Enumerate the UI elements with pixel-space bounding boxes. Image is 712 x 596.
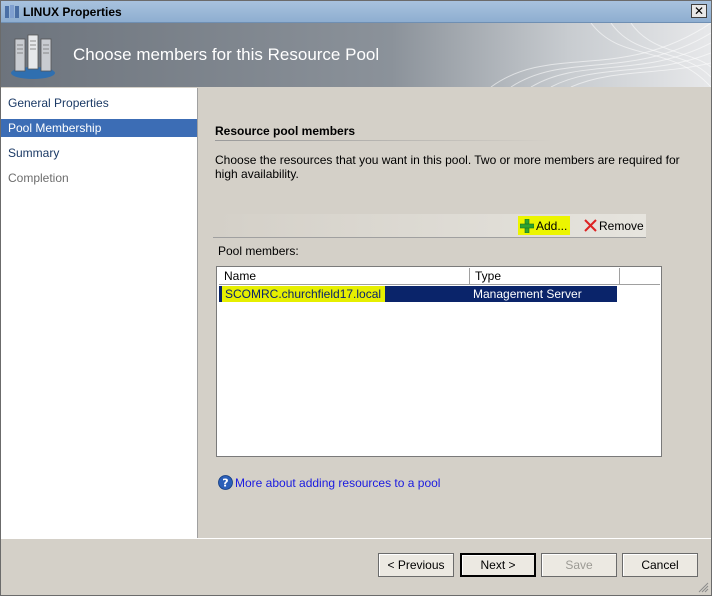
- table-row[interactable]: SCOMRC.churchfield17.local Management Se…: [219, 286, 617, 302]
- properties-dialog: LINUX Properties ✕ Choose members for th…: [0, 0, 712, 596]
- header-banner: Choose members for this Resource Pool: [1, 23, 711, 87]
- decorative-wave: [490, 23, 711, 87]
- remove-icon: [584, 219, 597, 232]
- add-icon: [520, 218, 534, 233]
- close-button[interactable]: ✕: [691, 4, 707, 18]
- nav-item-general-properties[interactable]: General Properties: [1, 94, 197, 112]
- help-link-text[interactable]: More about adding resources to a pool: [235, 476, 440, 490]
- column-header-filler: [620, 268, 660, 285]
- close-icon: ✕: [693, 4, 705, 18]
- section-title: Resource pool members: [215, 124, 356, 138]
- resize-grip-icon[interactable]: [697, 581, 709, 593]
- app-icon: [5, 5, 19, 18]
- page-heading: Choose members for this Resource Pool: [73, 45, 380, 64]
- server-pool-icon: [11, 34, 55, 79]
- remove-label: Remove: [599, 218, 644, 233]
- main-content: Resource pool members Choose the resourc…: [198, 88, 711, 538]
- member-name-cell: SCOMRC.churchfield17.local: [222, 286, 386, 302]
- pool-members-list[interactable]: Name Type SCOMRC.churchfield17.local Man…: [216, 266, 662, 457]
- member-name: SCOMRC.churchfield17.local: [225, 287, 382, 301]
- add-label: Add...: [536, 218, 568, 233]
- remove-button[interactable]: Remove: [581, 216, 647, 235]
- nav-item-pool-membership[interactable]: Pool Membership: [1, 119, 197, 137]
- cancel-button[interactable]: Cancel: [622, 553, 698, 577]
- nav-item-summary[interactable]: Summary: [1, 144, 197, 162]
- nav-item-completion: Completion: [8, 171, 69, 185]
- add-button[interactable]: Add...: [518, 216, 571, 235]
- svg-text:?: ?: [222, 477, 228, 490]
- column-header-type[interactable]: Type: [470, 268, 620, 285]
- section-divider: [215, 140, 553, 141]
- description-text: Choose the resources that you want in th…: [215, 153, 680, 181]
- save-button: Save: [541, 553, 617, 577]
- previous-button[interactable]: < Previous: [378, 553, 454, 577]
- wizard-navigation: General Properties Pool Membership Summa…: [1, 88, 198, 538]
- button-bar: < Previous Next > Save Cancel: [1, 538, 711, 595]
- help-icon: ?: [218, 475, 233, 490]
- list-header: Name Type: [219, 268, 660, 285]
- help-link[interactable]: ? More about adding resources to a pool: [218, 475, 440, 490]
- column-header-name[interactable]: Name: [219, 268, 470, 285]
- members-toolbar: Add... Remove: [213, 214, 646, 238]
- title-bar[interactable]: LINUX Properties ✕: [1, 1, 711, 23]
- member-type-cell: Management Server: [473, 287, 582, 301]
- pool-members-label: Pool members:: [218, 244, 299, 258]
- window-title: LINUX Properties: [23, 5, 122, 19]
- next-button[interactable]: Next >: [460, 553, 536, 577]
